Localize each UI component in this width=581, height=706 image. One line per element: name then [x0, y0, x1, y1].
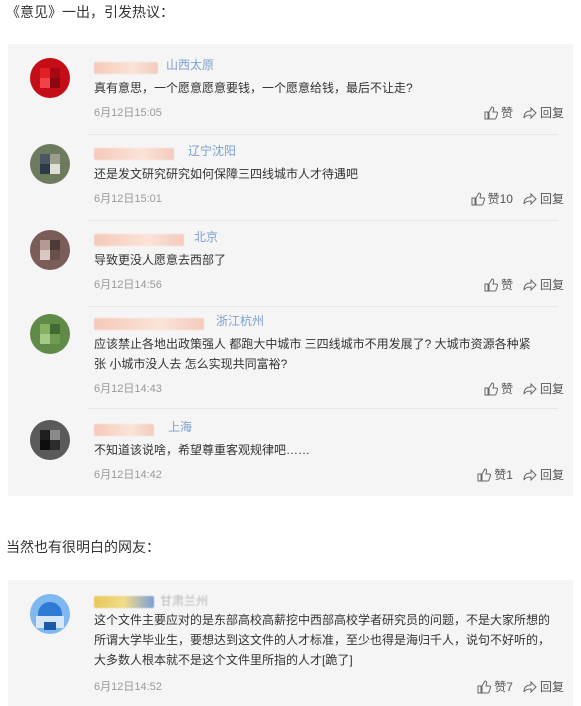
- thumbs-up-icon: [477, 467, 492, 481]
- comment-actions: 赞 回复: [484, 380, 564, 397]
- comment-time: 6月12日15:01: [94, 193, 162, 205]
- comment-time: 6月12日14:56: [94, 279, 162, 291]
- reply-button[interactable]: 回复: [523, 466, 564, 483]
- divider: [88, 220, 558, 221]
- user-location: 浙江杭州: [216, 314, 265, 328]
- comment-actions: 赞7 回复: [477, 678, 564, 695]
- comment-item: 山西太原 真有意思，一个愿意愿意要钱，一个愿意给钱，最后不让走? 6月12日15…: [16, 58, 566, 138]
- reply-button[interactable]: 回复: [523, 276, 564, 293]
- comment-text-line: 应该禁止各地出政策强人 都跑大中城市 三四线城市不用发展了? 大城市资源各种紧: [94, 337, 531, 351]
- section-heading-first: 《意见》一出，引发热议：: [6, 4, 174, 20]
- comment-text-line: 大多数人根本就不是这个文件里所指的人才[跪了]: [94, 653, 353, 667]
- reply-arrow-icon: [523, 382, 537, 395]
- username-blurred[interactable]: [94, 596, 154, 608]
- like-button[interactable]: 赞1: [477, 466, 513, 483]
- like-label: 赞: [500, 106, 513, 120]
- like-label: 赞10: [487, 192, 513, 206]
- comment-text-line: 这个文件主要应对的是东部高校高薪挖中西部高校学者研究员的问题，不是大家所想的: [94, 613, 551, 627]
- comment-time: 6月12日15:05: [94, 107, 162, 119]
- reply-button[interactable]: 回复: [523, 190, 564, 207]
- avatar[interactable]: [30, 314, 70, 354]
- comment-item: 浙江杭州 应该禁止各地出政策强人 都跑大中城市 三四线城市不用发展了? 大城市资…: [16, 314, 566, 414]
- username-blurred[interactable]: [94, 318, 204, 330]
- reply-arrow-icon: [523, 192, 537, 205]
- divider: [88, 306, 558, 307]
- thumbs-up-icon: [477, 679, 492, 693]
- comment-item: 上海 不知道该说啥，希望尊重客观规律吧…… 6月12日14:42 赞1 回复: [16, 420, 566, 500]
- user-location: 辽宁沈阳: [188, 144, 237, 158]
- comment-time: 6月12日14:42: [94, 469, 162, 481]
- comment-time: 6月12日14:52: [94, 681, 162, 693]
- like-button[interactable]: 赞7: [477, 678, 513, 695]
- like-button[interactable]: 赞10: [471, 190, 513, 207]
- user-location: 甘肃兰州: [160, 594, 209, 608]
- thumbs-up-icon: [471, 191, 485, 205]
- comment-text-line: 张 小城市没人去 怎么实现共同富裕?: [94, 357, 288, 371]
- comment-actions: 赞 回复: [484, 276, 564, 293]
- comment-text: 导致更没人愿意去西部了: [94, 253, 227, 267]
- comment-text-line: 所谓大学毕业生，要想达到这文件的人才标准，至少也得是海归千人，说句不好听的，: [94, 633, 551, 647]
- thumbs-up-icon: [484, 105, 498, 119]
- like-label: 赞1: [494, 468, 513, 482]
- comment-text: 不知道该说啥，希望尊重客观规律吧……: [94, 443, 311, 457]
- comment-actions: 赞1 回复: [477, 466, 564, 483]
- reply-arrow-icon: [523, 680, 537, 693]
- reply-arrow-icon: [523, 106, 537, 119]
- username-blurred[interactable]: [94, 148, 174, 160]
- reply-arrow-icon: [523, 278, 537, 291]
- reply-label: 回复: [539, 278, 564, 292]
- reply-label: 回复: [539, 680, 564, 694]
- avatar[interactable]: [30, 144, 70, 184]
- divider: [88, 134, 558, 135]
- divider: [88, 408, 558, 409]
- comments-panel: 山西太原 真有意思，一个愿意愿意要钱，一个愿意给钱，最后不让走? 6月12日15…: [8, 44, 573, 496]
- user-location: 山西太原: [166, 58, 215, 72]
- comment-actions: 赞10 回复: [471, 190, 564, 207]
- reply-label: 回复: [539, 468, 564, 482]
- like-label: 赞7: [494, 680, 513, 694]
- avatar[interactable]: [30, 594, 70, 634]
- username-blurred[interactable]: [94, 424, 154, 436]
- username-blurred[interactable]: [94, 234, 184, 246]
- reply-button[interactable]: 回复: [523, 104, 564, 121]
- comment-text: 还是发文研究研究如何保障三四线城市人才待遇吧: [94, 167, 359, 181]
- reply-label: 回复: [539, 106, 564, 120]
- reply-label: 回复: [539, 192, 564, 206]
- comment-text: 真有意思，一个愿意愿意要钱，一个愿意给钱，最后不让走?: [94, 81, 413, 95]
- like-button[interactable]: 赞: [484, 104, 513, 121]
- comment-item: 甘肃兰州 这个文件主要应对的是东部高校高薪挖中西部高校学者研究员的问题，不是大家…: [16, 594, 566, 704]
- like-label: 赞: [500, 382, 513, 396]
- like-button[interactable]: 赞: [484, 380, 513, 397]
- reply-button[interactable]: 回复: [523, 678, 564, 695]
- reply-button[interactable]: 回复: [523, 380, 564, 397]
- reply-label: 回复: [539, 382, 564, 396]
- comment-actions: 赞 回复: [484, 104, 564, 121]
- like-label: 赞: [500, 278, 513, 292]
- extra-comment-panel: 甘肃兰州 这个文件主要应对的是东部高校高薪挖中西部高校学者研究员的问题，不是大家…: [8, 580, 573, 706]
- avatar[interactable]: [30, 58, 70, 98]
- comment-item: 北京 导致更没人愿意去西部了 6月12日14:56 赞 回复: [16, 230, 566, 310]
- like-button[interactable]: 赞: [484, 276, 513, 293]
- user-location: 北京: [194, 230, 219, 244]
- reply-arrow-icon: [523, 468, 537, 481]
- thumbs-up-icon: [484, 277, 498, 291]
- avatar[interactable]: [30, 420, 70, 460]
- username-blurred[interactable]: [94, 62, 158, 74]
- user-location: 上海: [168, 420, 193, 434]
- avatar[interactable]: [30, 230, 70, 270]
- thumbs-up-icon: [484, 381, 498, 395]
- section-heading-second: 当然也有很明白的网友：: [6, 539, 160, 555]
- comment-item: 辽宁沈阳 还是发文研究研究如何保障三四线城市人才待遇吧 6月12日15:01 赞…: [16, 144, 566, 224]
- comment-time: 6月12日14:43: [94, 383, 162, 395]
